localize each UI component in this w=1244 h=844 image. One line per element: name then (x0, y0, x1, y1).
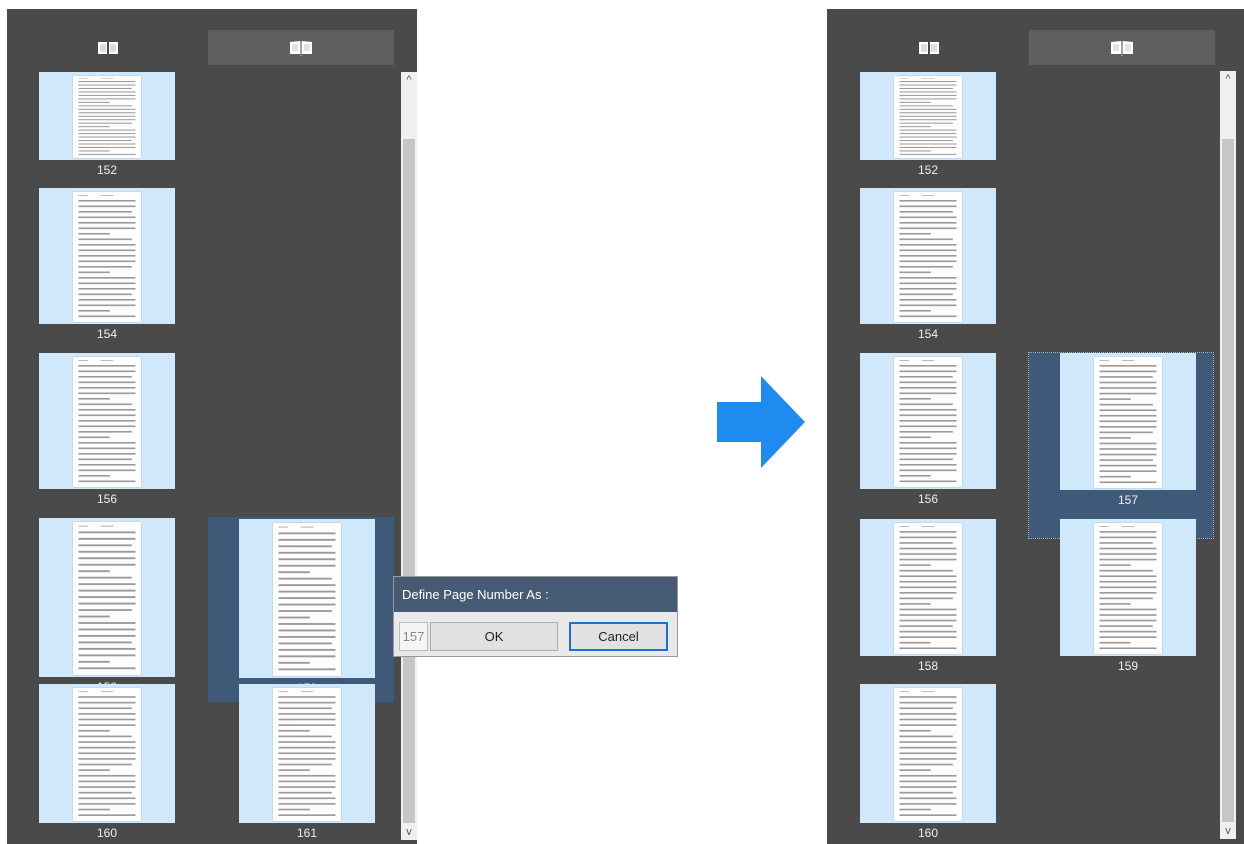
page-number-label: 158 (917, 659, 939, 673)
page-thumbnail[interactable] (860, 684, 996, 823)
page-preview (73, 76, 141, 158)
page-thumbnail[interactable] (239, 684, 375, 823)
page-preview (894, 523, 962, 654)
page-preview (73, 522, 141, 675)
page-number-label: 156 (96, 492, 118, 506)
book-outline-icon (96, 40, 120, 56)
page-preview (894, 76, 962, 158)
tab-two-page[interactable] (208, 30, 394, 65)
ok-button[interactable]: OK (430, 622, 558, 651)
page-number-label: 152 (917, 163, 939, 177)
page-number-label: 156 (917, 492, 939, 506)
page-thumbnail[interactable] (860, 519, 996, 656)
page-preview (273, 688, 341, 821)
page-thumbnail[interactable] (39, 188, 175, 324)
tab-single-page[interactable] (84, 30, 132, 65)
page-thumbnail[interactable] (860, 188, 996, 324)
page-preview (894, 357, 962, 487)
scroll-down-arrow[interactable]: v (401, 824, 417, 840)
page-number-label: 152 (96, 163, 118, 177)
page-number-label: 160 (96, 826, 118, 840)
book-open-icon (288, 39, 314, 57)
scrollbar-thumb[interactable] (1222, 139, 1234, 822)
page-number-label: 160 (917, 826, 939, 840)
page-preview (73, 192, 141, 322)
page-preview (1094, 523, 1162, 654)
page-thumbnail[interactable] (39, 684, 175, 823)
page-preview (894, 688, 962, 821)
tab-single-page[interactable] (905, 30, 953, 65)
page-preview (73, 688, 141, 821)
tab-two-page[interactable] (1029, 30, 1215, 65)
page-thumbnail[interactable] (239, 519, 375, 678)
page-preview (73, 357, 141, 487)
left-thumbnail-panel: 152154156158159160161 ^ v (7, 9, 417, 844)
scrollbar-thumb[interactable] (403, 139, 415, 823)
page-thumbnail[interactable] (860, 72, 996, 160)
page-number-label: 154 (917, 327, 939, 341)
transition-arrow-icon (717, 376, 805, 473)
page-thumbnail[interactable] (39, 72, 175, 160)
vertical-scrollbar[interactable]: ^ v (1220, 71, 1236, 839)
book-open-icon (1109, 39, 1135, 57)
page-preview (1094, 357, 1162, 488)
page-number-input[interactable]: 157 (399, 622, 428, 651)
define-page-number-dialog: Define Page Number As : 157 OK Cancel (393, 576, 678, 657)
vertical-scrollbar[interactable]: ^ v (401, 72, 417, 840)
page-preview (273, 523, 341, 676)
right-thumbnail-panel: 152 154 156 157 158 159 160 ^ v (827, 9, 1244, 844)
page-preview (894, 192, 962, 322)
scroll-down-arrow[interactable]: v (1220, 823, 1236, 839)
page-number-label: 154 (96, 327, 118, 341)
scroll-up-arrow[interactable]: ^ (1220, 71, 1236, 87)
page-thumbnail[interactable] (1060, 519, 1196, 656)
page-thumbnail[interactable] (860, 353, 996, 489)
book-outline-icon (917, 40, 941, 56)
page-number-label: 157 (1117, 493, 1139, 507)
page-number-label: 159 (1117, 659, 1139, 673)
page-thumbnail[interactable] (39, 353, 175, 489)
cancel-button[interactable]: Cancel (569, 622, 668, 651)
scroll-up-arrow[interactable]: ^ (401, 72, 417, 88)
page-number-label: 161 (296, 826, 318, 840)
dialog-title: Define Page Number As : (394, 577, 677, 612)
page-thumbnail[interactable] (1060, 353, 1196, 490)
page-thumbnail[interactable] (39, 518, 175, 677)
